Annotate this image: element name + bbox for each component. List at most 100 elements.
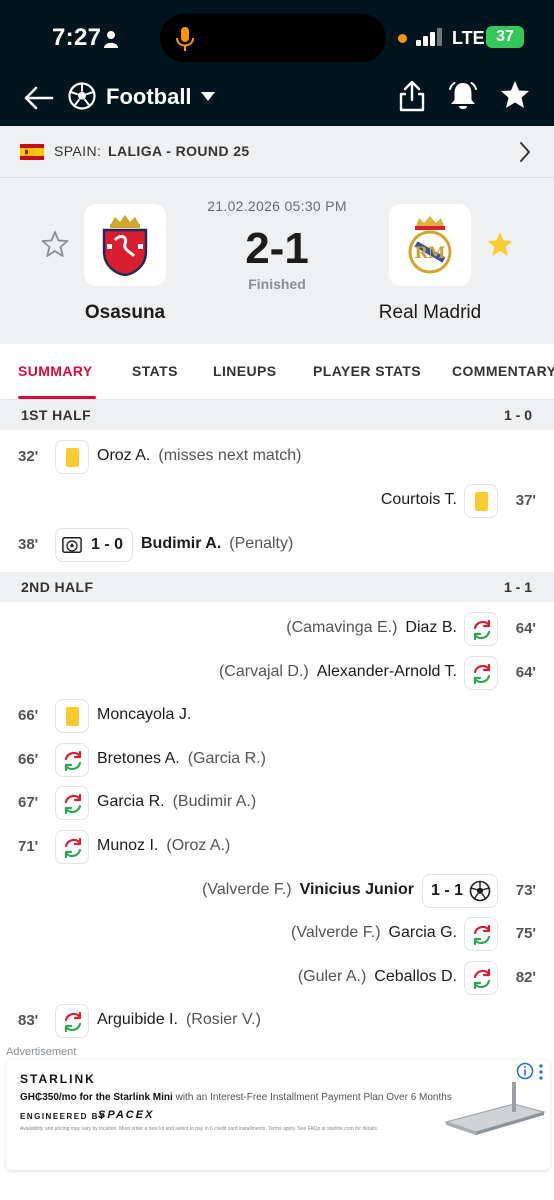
incident-detail: (Penalty): [229, 535, 294, 552]
tab-summary[interactable]: SUMMARY: [18, 363, 93, 379]
ad-maker: SPACEX: [98, 1109, 155, 1121]
player-name: Alexander-Arnold T.: [316, 663, 457, 680]
incident-minute: 64': [515, 620, 536, 637]
back-arrow-icon[interactable]: [22, 82, 54, 114]
active-tab-indicator: [18, 396, 96, 399]
incident-detail: (Budimir A.): [172, 793, 257, 810]
player-name: Garcia G.: [388, 924, 457, 941]
real-madrid-crest-icon: RM: [408, 216, 452, 274]
incident-row[interactable]: 38' 1 - 0 Budimir A. (Penalty): [0, 524, 554, 568]
incident-row[interactable]: 32' Oroz A. (misses next match): [0, 436, 554, 480]
incident-minute: 38': [18, 536, 39, 553]
player-name: Munoz I.: [97, 837, 159, 854]
league-label: LALIGA - ROUND 25: [108, 143, 250, 159]
incident-text: Budimir A. (Penalty): [141, 535, 293, 553]
football-icon: [68, 82, 96, 110]
ad-text: GH₵350/mo for the Starlink Mini with an …: [20, 1092, 452, 1103]
period-header: 1ST HALF 1 - 0: [0, 400, 554, 430]
incident-row[interactable]: 37' Courtois T.: [0, 480, 554, 524]
incident-row[interactable]: 83' Arguibide I. (Rosier V.): [0, 1000, 554, 1044]
incident-text: Munoz I. (Oroz A.): [97, 837, 230, 855]
incident-detail: (Oroz A.): [166, 837, 231, 854]
incident-detail: (Camavinga E.): [286, 619, 398, 636]
incident-detail: (Garcia R.): [187, 750, 266, 767]
player-name: Garcia R.: [97, 793, 165, 810]
period-score: 1 - 1: [503, 579, 532, 595]
favorite-star-icon[interactable]: [500, 80, 530, 110]
advertisement[interactable]: Advertisement STARLINK GH₵350/mo for the…: [0, 1044, 554, 1200]
away-team-logo[interactable]: RM: [389, 204, 471, 286]
substitution-icon: [55, 786, 89, 820]
match-datetime: 21.02.2026 05:30 PM: [207, 198, 347, 214]
incident-text: Arguibide I. (Rosier V.): [97, 1011, 261, 1029]
period-name: 2ND HALF: [21, 579, 94, 595]
incident-row[interactable]: 64' (Camavinga E.) Diaz B.: [0, 608, 554, 652]
recording-dot-icon: [398, 34, 407, 43]
battery-icon: 37: [486, 26, 524, 48]
incident-row[interactable]: 66' Bretones A. (Garcia R.): [0, 739, 554, 783]
goal-net-icon: [62, 537, 82, 553]
tab-stats[interactable]: STATS: [132, 363, 178, 379]
player-name: Arguibide I.: [97, 1011, 178, 1028]
battery-level: 37: [496, 28, 514, 45]
caret-down-icon[interactable]: [200, 91, 216, 103]
incident-text: (Valverde F.) Garcia G.: [291, 924, 457, 942]
match-header: 21.02.2026 05:30 PM 2-1 Finished RM Osas…: [0, 178, 554, 344]
incident-minute: 66': [18, 751, 39, 768]
substitution-icon: [55, 1004, 89, 1038]
ad-engineered: ENGINEERED BY: [20, 1112, 106, 1121]
tab-commentary[interactable]: COMMENTARY: [452, 363, 554, 379]
ad-fine-print: Availability and pricing may vary by loc…: [20, 1126, 379, 1132]
competition-breadcrumb[interactable]: SPAIN: LALIGA - ROUND 25: [0, 126, 554, 178]
incident-row[interactable]: 67' Garcia R. (Budimir A.): [0, 782, 554, 826]
incident-detail: (Guler A.): [297, 968, 367, 985]
substitution-icon: [464, 961, 498, 995]
player-name: Budimir A.: [141, 535, 222, 552]
incident-text: Moncayola J.: [97, 706, 191, 724]
ad-brand: STARLINK: [20, 1072, 96, 1086]
match-status: Finished: [248, 276, 306, 292]
player-name: Ceballos D.: [374, 968, 457, 985]
incident-text: (Carvajal D.) Alexander-Arnold T.: [219, 663, 457, 681]
incident-minute: 73': [515, 882, 536, 899]
ad-banner[interactable]: STARLINK GH₵350/mo for the Starlink Mini…: [6, 1060, 550, 1170]
incident-row[interactable]: 73' 1 - 1 (Valverde F.) Vinicius Junior: [0, 870, 554, 914]
incident-row[interactable]: 66' Moncayola J.: [0, 695, 554, 739]
player-name: Courtois T.: [380, 491, 457, 508]
navigation-bar: Football: [0, 70, 554, 126]
network-type: LTE: [452, 28, 485, 48]
incident-text: (Guler A.) Ceballos D.: [298, 968, 457, 986]
ad-price: GH₵350/mo for the Starlink Mini: [20, 1092, 173, 1103]
incident-row[interactable]: 71' Munoz I. (Oroz A.): [0, 826, 554, 870]
status-time: 7:27: [52, 24, 102, 51]
substitution-icon: [464, 917, 498, 951]
tab-player-stats[interactable]: PLAYER STATS: [313, 363, 421, 379]
incident-row[interactable]: 82' (Guler A.) Ceballos D.: [0, 957, 554, 1001]
goal-badge: 1 - 0: [55, 528, 133, 562]
sport-selector[interactable]: Football: [106, 84, 192, 110]
substitution-icon: [464, 612, 498, 646]
away-team-name[interactable]: Real Madrid: [350, 302, 510, 324]
incident-text: Garcia R. (Budimir A.): [97, 793, 256, 811]
signal-icon: [416, 28, 442, 46]
share-icon[interactable]: [398, 80, 426, 112]
home-team-name[interactable]: Osasuna: [45, 302, 205, 324]
period-header: 2ND HALF 1 - 1: [0, 572, 554, 602]
incident-row[interactable]: 64' (Carvajal D.) Alexander-Arnold T.: [0, 652, 554, 696]
incident-text: (Camavinga E.) Diaz B.: [286, 619, 457, 637]
incident-minute: 37': [515, 492, 536, 509]
incident-minute: 66': [18, 707, 39, 724]
starlink-dish-image: [444, 1082, 546, 1135]
incident-detail: (misses next match): [158, 447, 302, 464]
incident-text: Courtois T.: [381, 491, 457, 509]
player-name: Vinicius Junior: [299, 881, 414, 898]
incident-minute: 83': [18, 1012, 39, 1029]
tab-lineups[interactable]: LINEUPS: [213, 363, 276, 379]
svg-text:RM: RM: [414, 243, 445, 262]
star-filled-icon[interactable]: [486, 230, 514, 258]
ad-label: Advertisement: [6, 1046, 77, 1058]
chevron-right-icon[interactable]: [518, 140, 532, 164]
incident-row[interactable]: 75' (Valverde F.) Garcia G.: [0, 913, 554, 957]
notification-bell-icon[interactable]: [448, 80, 478, 112]
goal-badge: 1 - 1: [422, 874, 498, 908]
